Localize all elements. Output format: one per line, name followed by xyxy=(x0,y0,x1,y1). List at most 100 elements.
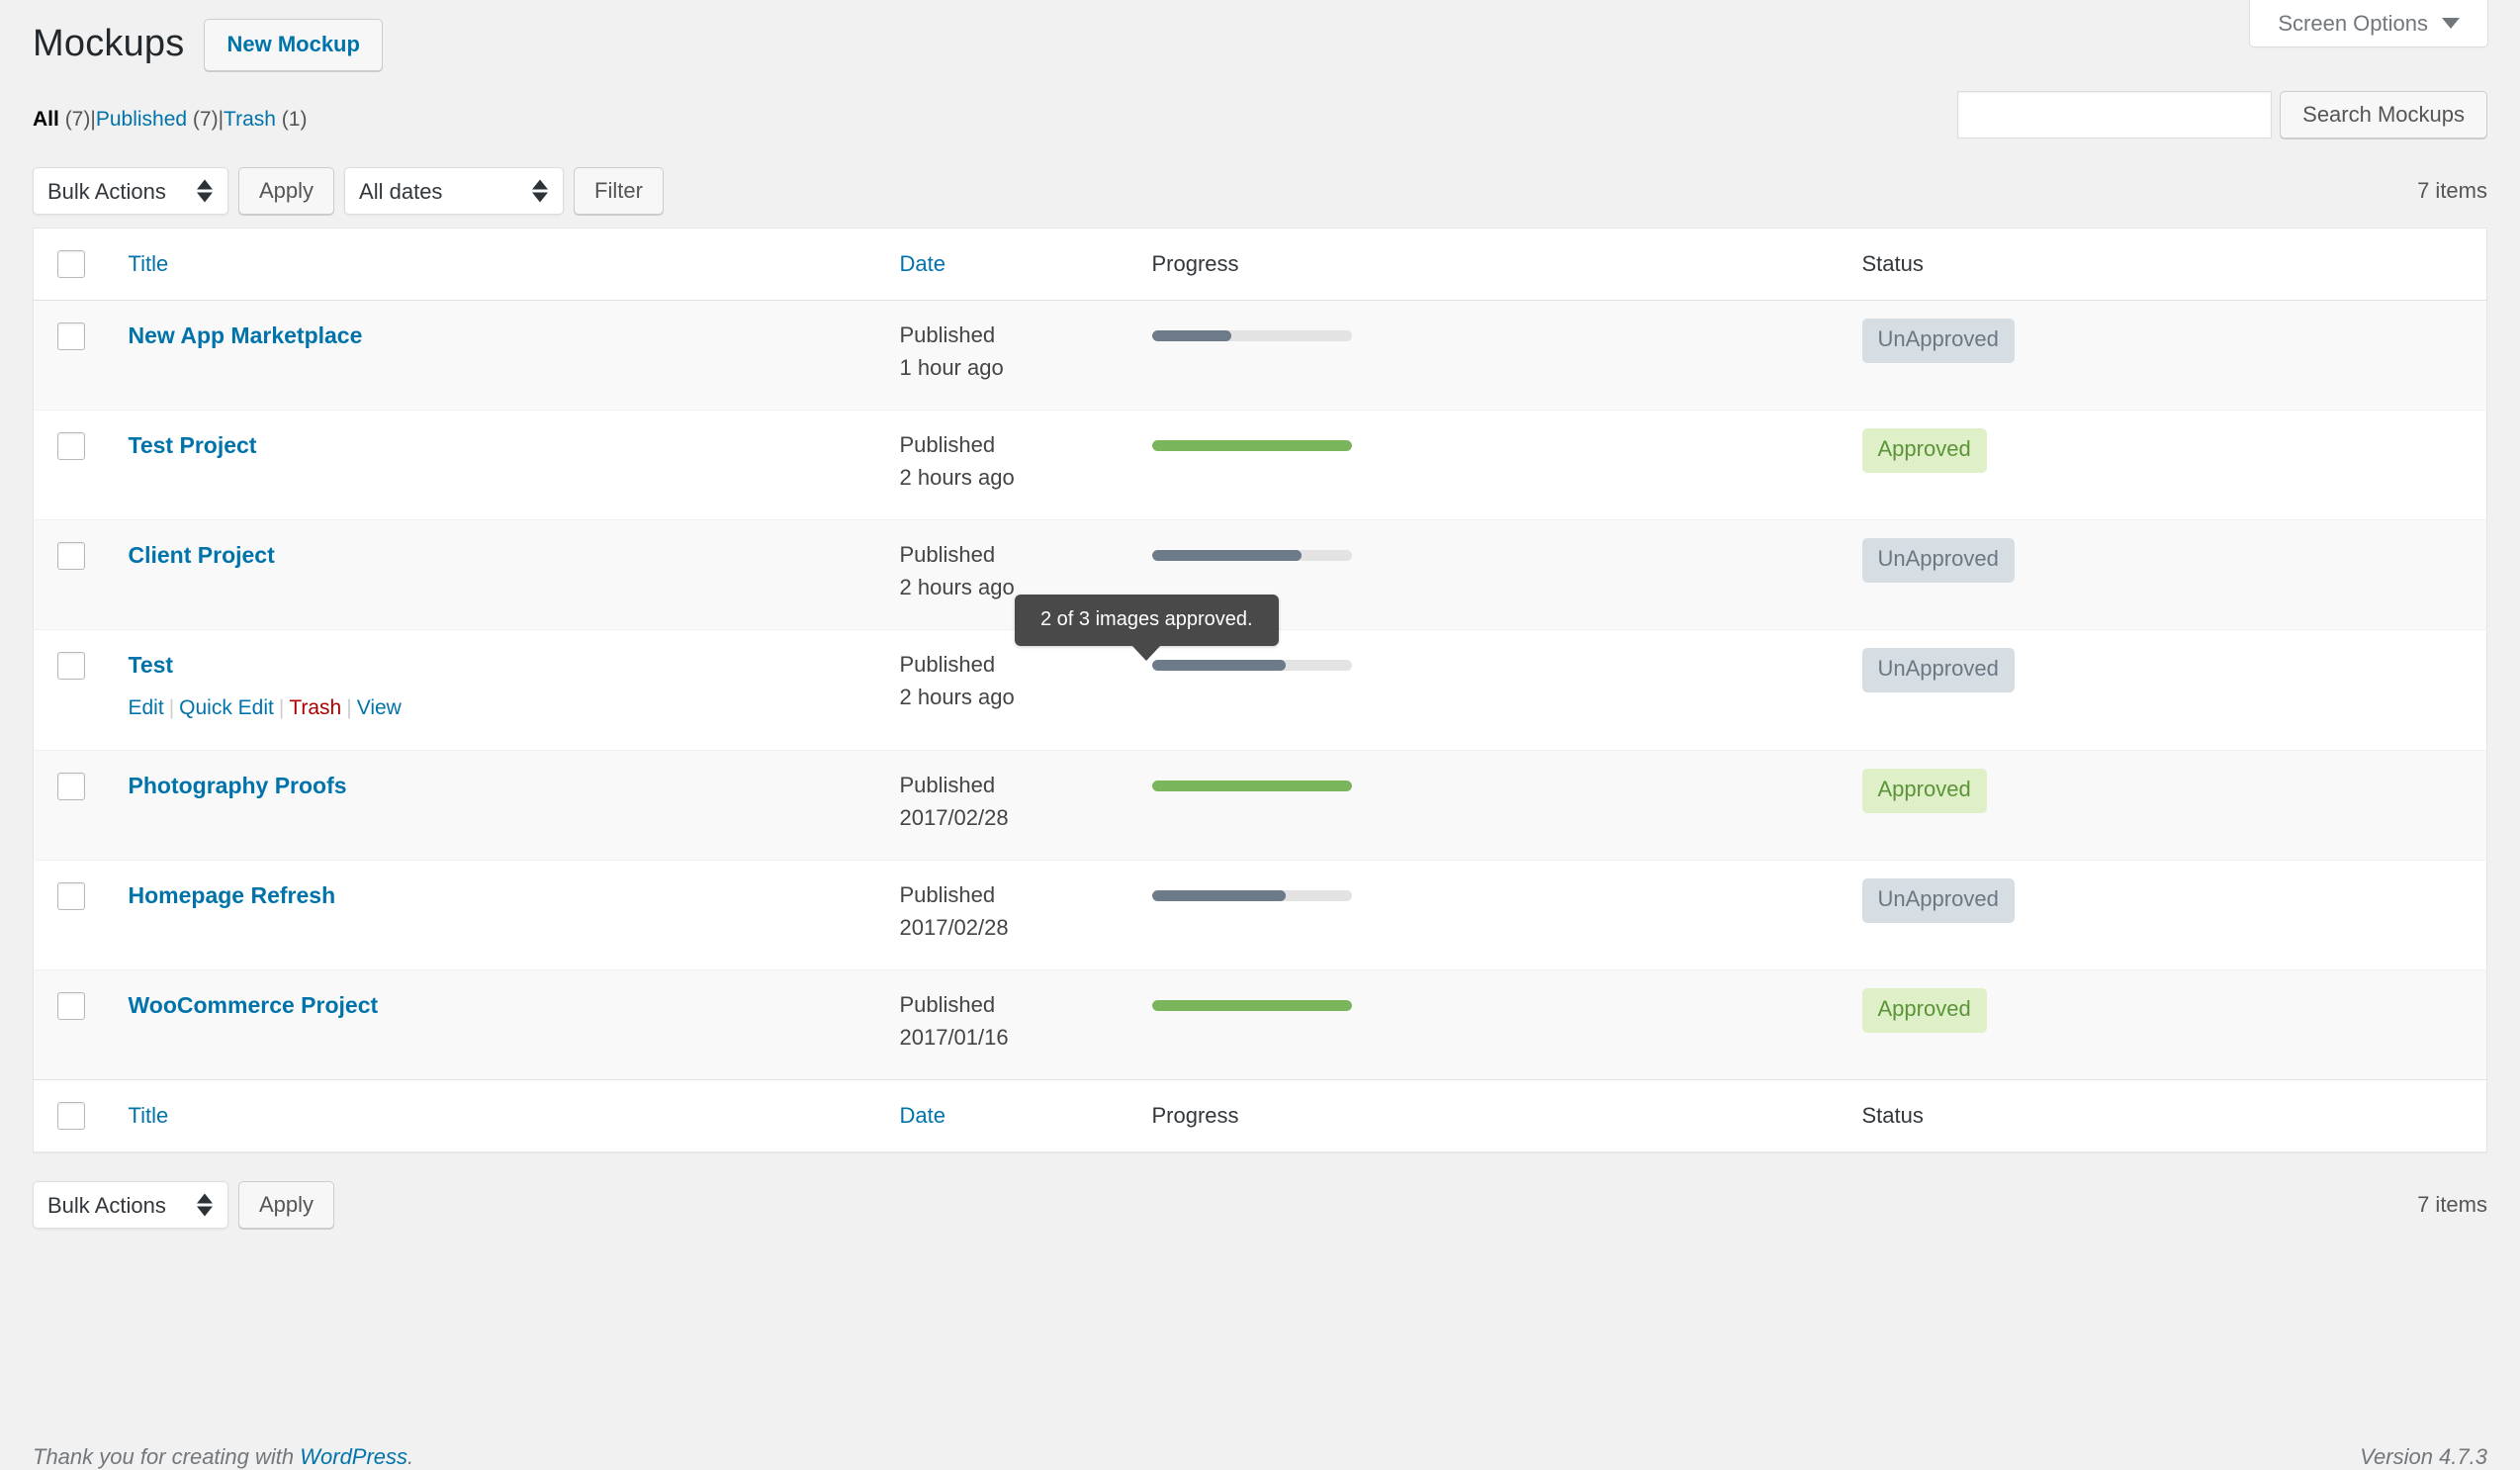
bulk-actions-group-top: Bulk Actions Apply All dates Filter xyxy=(33,167,664,215)
tablenav-top: Bulk Actions Apply All dates Filter 7 it… xyxy=(33,154,2487,228)
column-footer-title: Title xyxy=(112,1079,884,1152)
row-checkbox-cell xyxy=(34,970,113,1080)
sort-link-title-bottom[interactable]: Title xyxy=(129,1103,169,1128)
select-all-checkbox-bottom[interactable] xyxy=(57,1102,85,1131)
row-status-cell: UnApproved xyxy=(1846,301,2487,411)
row-action-trash[interactable]: Trash xyxy=(289,696,341,719)
progress-bar[interactable] xyxy=(1151,440,1352,452)
column-header-date: Date xyxy=(883,228,1136,301)
progress-bar-fill xyxy=(1151,781,1352,792)
row-title-link[interactable]: Photography Proofs xyxy=(129,773,347,798)
row-date-status: Published xyxy=(899,542,996,568)
progress-bar[interactable] xyxy=(1151,660,1352,672)
page-title: Mockups xyxy=(33,23,185,65)
row-date-status: Published xyxy=(899,432,996,458)
apply-button-bottom[interactable]: Apply xyxy=(238,1181,335,1230)
row-status-cell: Approved xyxy=(1846,970,2487,1080)
row-checkbox[interactable] xyxy=(57,432,85,461)
progress-bar[interactable] xyxy=(1151,1000,1352,1012)
row-date-value: 2 hours ago xyxy=(899,685,1015,710)
select-all-checkbox-top[interactable] xyxy=(57,250,85,279)
column-footer-progress: Progress xyxy=(1135,1079,1846,1152)
row-status-cell: UnApproved xyxy=(1846,861,2487,970)
row-checkbox-cell xyxy=(34,301,113,411)
bulk-actions-select-wrap-bottom: Bulk Actions xyxy=(33,1181,228,1230)
view-link-trash[interactable]: Trash xyxy=(224,108,276,131)
row-title-link[interactable]: New App Marketplace xyxy=(129,322,363,348)
row-action-quick-edit[interactable]: Quick Edit xyxy=(179,696,274,719)
row-checkbox[interactable] xyxy=(57,322,85,351)
new-mockup-button[interactable]: New Mockup xyxy=(204,18,383,71)
row-status-cell: Approved xyxy=(1846,411,2487,520)
row-date-status: Published xyxy=(899,322,996,348)
status-badge: Approved xyxy=(1861,988,1987,1033)
row-checkbox[interactable] xyxy=(57,652,85,681)
bulk-actions-select-bottom[interactable]: Bulk Actions xyxy=(33,1181,228,1230)
row-date-value: 2017/01/16 xyxy=(899,1025,1009,1051)
progress-bar-fill xyxy=(1151,890,1286,902)
progress-bar[interactable] xyxy=(1151,330,1352,342)
table-row: Photography Proofs Published 2017/02/28 … xyxy=(33,750,2487,861)
view-count-all: (7) xyxy=(64,108,91,131)
row-checkbox[interactable] xyxy=(57,542,85,571)
apply-button-top[interactable]: Apply xyxy=(238,167,335,215)
table-foot-row: Title Date Progress Status xyxy=(33,1079,2487,1152)
bulk-actions-select-top[interactable]: Bulk Actions xyxy=(33,167,228,215)
row-progress-cell xyxy=(1136,861,1846,970)
row-date-value: 2017/02/28 xyxy=(899,915,1009,941)
sort-link-date-top[interactable]: Date xyxy=(900,251,945,276)
dates-filter-select[interactable]: All dates xyxy=(344,167,565,215)
select-all-header xyxy=(33,228,113,301)
progress-bar[interactable] xyxy=(1151,550,1352,562)
row-title-cell: Test Edit | Quick Edit | Trash | View xyxy=(113,630,884,751)
view-item-published: Published (7) xyxy=(96,99,219,140)
row-title-link[interactable]: Test xyxy=(129,652,174,678)
row-date-cell: Published 2017/02/28 xyxy=(884,751,1136,861)
row-checkbox[interactable] xyxy=(57,882,85,911)
view-link-published[interactable]: Published xyxy=(96,108,187,131)
progress-tooltip: 2 of 3 images approved. xyxy=(1015,595,1279,661)
bulk-actions-select-wrap-top: Bulk Actions xyxy=(33,167,228,215)
row-action-edit[interactable]: Edit xyxy=(129,696,164,719)
progress-bar-fill xyxy=(1151,440,1352,452)
row-title-link[interactable]: Homepage Refresh xyxy=(129,882,336,908)
filter-button[interactable]: Filter xyxy=(574,167,664,215)
search-box: Search Mockups xyxy=(1957,91,2487,138)
row-progress-cell xyxy=(1136,751,1846,861)
progress-bar-fill xyxy=(1151,660,1286,672)
row-checkbox[interactable] xyxy=(57,992,85,1021)
column-header-progress: Progress xyxy=(1135,228,1846,301)
row-title-link[interactable]: WooCommerce Project xyxy=(129,992,379,1018)
bulk-actions-group-bottom: Bulk Actions Apply xyxy=(33,1181,335,1230)
row-title-link[interactable]: Client Project xyxy=(129,542,275,568)
column-footer-date: Date xyxy=(883,1079,1136,1152)
status-badge: UnApproved xyxy=(1861,538,2015,583)
row-date-cell: Published 2 hours ago xyxy=(884,630,1136,751)
progress-bar[interactable] xyxy=(1151,890,1352,902)
page-header: Mockups New Mockup xyxy=(33,0,2487,71)
progress-bar[interactable] xyxy=(1151,781,1352,792)
row-progress-cell xyxy=(1136,630,1846,751)
items-count-top: 7 items xyxy=(2417,178,2487,203)
sort-link-title-top[interactable]: Title xyxy=(129,251,169,276)
row-progress-cell xyxy=(1136,301,1846,411)
view-item-trash: Trash (1) xyxy=(224,99,307,140)
row-actions: Edit | Quick Edit | Trash | View xyxy=(128,695,402,719)
row-checkbox[interactable] xyxy=(57,773,85,801)
row-progress-cell xyxy=(1136,970,1846,1080)
dates-select-wrap: All dates xyxy=(344,167,565,215)
wordpress-link[interactable]: WordPress xyxy=(300,1444,407,1469)
progress-bar-fill xyxy=(1151,1000,1352,1012)
search-mockups-button[interactable]: Search Mockups xyxy=(2280,91,2487,138)
table-head: Title Date Progress Status xyxy=(33,228,2487,301)
row-action-view[interactable]: View xyxy=(357,696,402,719)
progress-tooltip-text: 2 of 3 images approved. xyxy=(1040,608,1253,630)
items-count-bottom: 7 items xyxy=(2417,1192,2487,1218)
row-title-link[interactable]: Test Project xyxy=(129,432,257,458)
row-progress-cell xyxy=(1136,411,1846,520)
search-input[interactable] xyxy=(1957,91,2273,138)
view-link-all[interactable]: All xyxy=(33,108,59,131)
sort-link-date-bottom[interactable]: Date xyxy=(900,1103,945,1128)
mockups-table: Title Date Progress Status New App Marke… xyxy=(33,228,2487,1153)
tooltip-arrow-icon xyxy=(1131,645,1162,661)
